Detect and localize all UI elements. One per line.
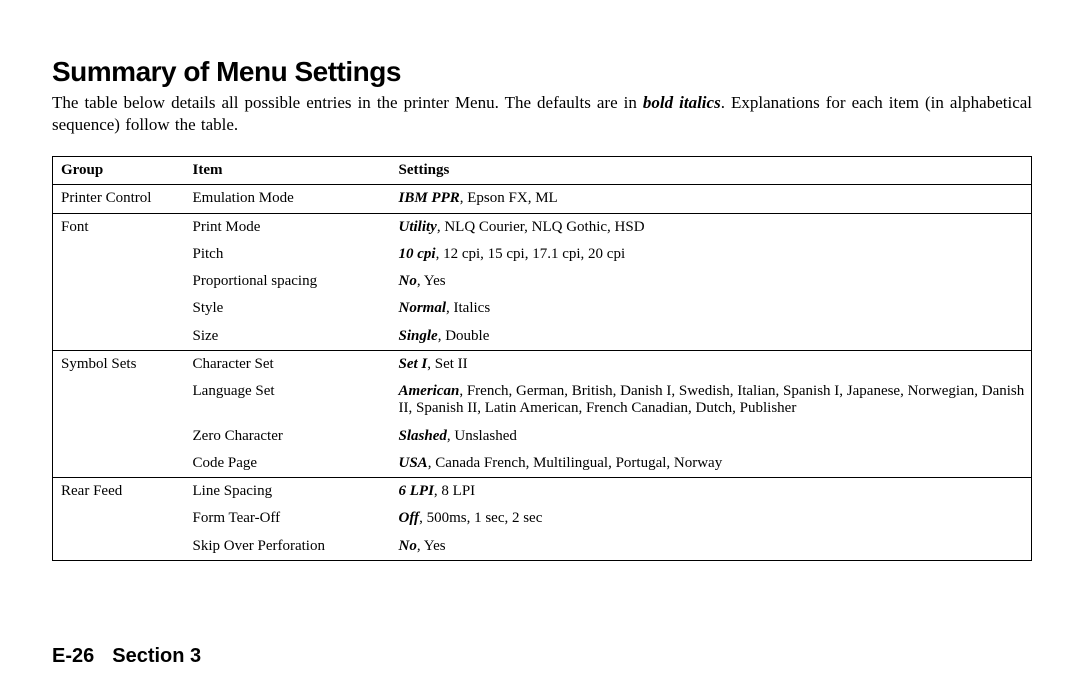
cell-item: Proportional spacing — [185, 268, 391, 295]
cell-settings: Slashed, Unslashed — [391, 423, 1032, 450]
other-values: , Unslashed — [447, 428, 517, 444]
other-values: , French, German, British, Danish I, Swe… — [399, 383, 1025, 416]
default-value: USA — [399, 455, 428, 471]
cell-item: Form Tear-Off — [185, 505, 391, 532]
cell-settings: Set I, Set II — [391, 350, 1032, 378]
default-value: IBM PPR — [399, 190, 460, 206]
table-row: Proportional spacing No, Yes — [53, 268, 1032, 295]
cell-settings: 6 LPI, 8 LPI — [391, 478, 1032, 506]
cell-settings: No, Yes — [391, 533, 1032, 561]
table-row: Rear Feed Line Spacing 6 LPI, 8 LPI — [53, 478, 1032, 506]
table-row: Style Normal, Italics — [53, 295, 1032, 322]
cell-settings: 10 cpi, 12 cpi, 15 cpi, 17.1 cpi, 20 cpi — [391, 241, 1032, 268]
cell-settings: Utility, NLQ Courier, NLQ Gothic, HSD — [391, 213, 1032, 241]
intro-emphasis: bold italics — [643, 93, 721, 112]
cell-item: Code Page — [185, 450, 391, 478]
default-value: Off — [399, 510, 420, 526]
default-value: Slashed — [399, 428, 447, 444]
cell-group — [53, 323, 185, 351]
table-row: Symbol Sets Character Set Set I, Set II — [53, 350, 1032, 378]
header-group: Group — [53, 157, 185, 185]
table-row: Printer Control Emulation Mode IBM PPR, … — [53, 185, 1032, 213]
cell-group — [53, 450, 185, 478]
cell-group — [53, 268, 185, 295]
other-values: , Double — [438, 328, 490, 344]
cell-group: Font — [53, 213, 185, 241]
header-settings: Settings — [391, 157, 1032, 185]
other-values: , Italics — [446, 300, 490, 316]
cell-settings: USA, Canada French, Multilingual, Portug… — [391, 450, 1032, 478]
cell-item: Language Set — [185, 378, 391, 423]
settings-table-body: Printer Control Emulation Mode IBM PPR, … — [53, 185, 1032, 561]
cell-group — [53, 505, 185, 532]
cell-settings: IBM PPR, Epson FX, ML — [391, 185, 1032, 213]
default-value: American — [399, 383, 460, 399]
cell-group — [53, 423, 185, 450]
cell-group: Rear Feed — [53, 478, 185, 506]
cell-group — [53, 295, 185, 322]
other-values: , Set II — [427, 356, 467, 372]
other-values: , Canada French, Multilingual, Portugal,… — [428, 455, 723, 471]
other-values: , 12 cpi, 15 cpi, 17.1 cpi, 20 cpi — [436, 246, 626, 262]
other-values: , NLQ Courier, NLQ Gothic, HSD — [437, 219, 645, 235]
table-row: Code Page USA, Canada French, Multilingu… — [53, 450, 1032, 478]
settings-table: Group Item Settings Printer Control Emul… — [52, 156, 1032, 561]
default-value: Set I — [399, 356, 428, 372]
other-values: , Yes — [417, 273, 446, 289]
intro-text-pre: The table below details all possible ent… — [52, 93, 643, 112]
table-row: Skip Over Perforation No, Yes — [53, 533, 1032, 561]
intro-paragraph: The table below details all possible ent… — [52, 92, 1032, 136]
cell-item: Skip Over Perforation — [185, 533, 391, 561]
header-item: Item — [185, 157, 391, 185]
other-values: , Yes — [417, 538, 446, 554]
page-footer: E-26 Section 3 — [52, 645, 201, 668]
cell-item: Size — [185, 323, 391, 351]
table-row: Pitch 10 cpi, 12 cpi, 15 cpi, 17.1 cpi, … — [53, 241, 1032, 268]
other-values: , Epson FX, ML — [460, 190, 558, 206]
cell-item: Print Mode — [185, 213, 391, 241]
cell-settings: Normal, Italics — [391, 295, 1032, 322]
cell-item: Zero Character — [185, 423, 391, 450]
table-row: Zero Character Slashed, Unslashed — [53, 423, 1032, 450]
default-value: Utility — [399, 219, 437, 235]
default-value: 6 LPI — [399, 483, 434, 499]
cell-group: Printer Control — [53, 185, 185, 213]
document-page: Summary of Menu Settings The table below… — [0, 0, 1080, 698]
cell-group: Symbol Sets — [53, 350, 185, 378]
cell-settings: Off, 500ms, 1 sec, 2 sec — [391, 505, 1032, 532]
default-value: Normal — [399, 300, 447, 316]
default-value: Single — [399, 328, 438, 344]
cell-item: Line Spacing — [185, 478, 391, 506]
cell-group — [53, 378, 185, 423]
cell-group — [53, 241, 185, 268]
table-row: Size Single, Double — [53, 323, 1032, 351]
cell-item: Character Set — [185, 350, 391, 378]
cell-settings: No, Yes — [391, 268, 1032, 295]
default-value: 10 cpi — [399, 246, 436, 262]
default-value: No — [399, 273, 417, 289]
other-values: , 8 LPI — [434, 483, 475, 499]
other-values: , 500ms, 1 sec, 2 sec — [419, 510, 542, 526]
table-row: Form Tear-Off Off, 500ms, 1 sec, 2 sec — [53, 505, 1032, 532]
cell-settings: Single, Double — [391, 323, 1032, 351]
table-row: Language Set American, French, German, B… — [53, 378, 1032, 423]
default-value: No — [399, 538, 417, 554]
table-header-row: Group Item Settings — [53, 157, 1032, 185]
cell-item: Emulation Mode — [185, 185, 391, 213]
page-title: Summary of Menu Settings — [52, 56, 1032, 88]
cell-settings: American, French, German, British, Danis… — [391, 378, 1032, 423]
cell-group — [53, 533, 185, 561]
table-row: Font Print Mode Utility, NLQ Courier, NL… — [53, 213, 1032, 241]
cell-item: Style — [185, 295, 391, 322]
cell-item: Pitch — [185, 241, 391, 268]
footer-page: E-26 — [52, 645, 94, 667]
footer-section: Section 3 — [112, 645, 201, 667]
